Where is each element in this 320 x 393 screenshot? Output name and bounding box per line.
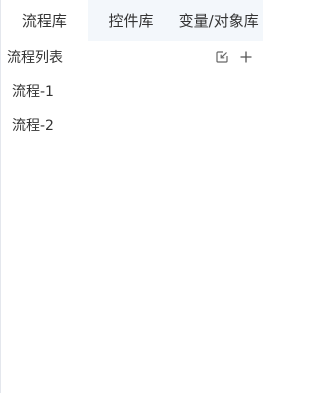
library-tabs: 流程库 控件库 变量/对象库	[1, 0, 263, 41]
tab-process-library[interactable]: 流程库	[1, 0, 88, 41]
tab-control-library[interactable]: 控件库	[88, 0, 175, 41]
library-panel: 流程库 控件库 变量/对象库 流程列表 流程-1 流程-2	[0, 0, 263, 393]
import-icon[interactable]	[213, 48, 231, 66]
tab-variable-object-library[interactable]: 变量/对象库	[174, 0, 263, 41]
process-list-item[interactable]: 流程-1	[1, 74, 263, 108]
process-list: 流程-1 流程-2	[1, 73, 263, 142]
process-list-header: 流程列表	[1, 41, 263, 73]
add-icon[interactable]	[237, 48, 255, 66]
process-list-title: 流程列表	[7, 50, 63, 66]
process-list-item[interactable]: 流程-2	[1, 108, 263, 142]
